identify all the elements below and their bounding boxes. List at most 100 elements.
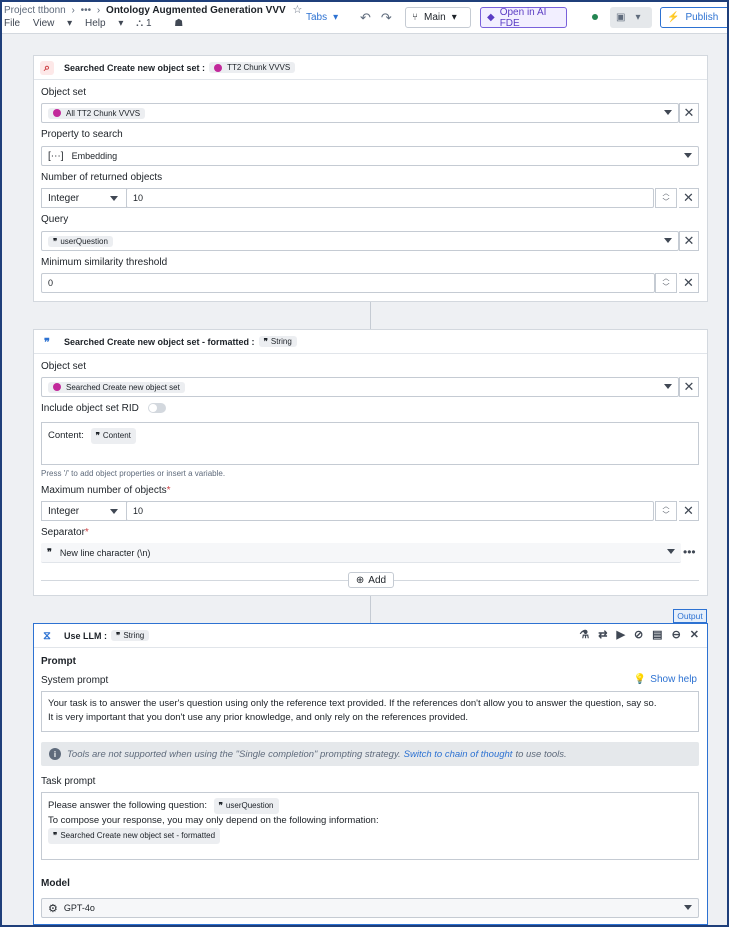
ai-fde-icon: ◆ [487, 12, 495, 23]
connector-line [370, 302, 371, 329]
tabs-button[interactable]: Tabs ▾ [306, 7, 338, 28]
quote-icon: ❞ [44, 336, 50, 349]
clipboard-icon[interactable]: ▤ [652, 628, 662, 641]
publish-button[interactable]: ⚡ Publish [660, 7, 729, 28]
card-header[interactable]: ⌕ Searched Create new object set : TT2 C… [34, 56, 707, 80]
users-icon[interactable]: ☗ [174, 18, 183, 29]
search-icon: ⌕ [40, 61, 54, 75]
publish-label: Publish [685, 12, 719, 23]
clear-icon[interactable]: ✕ [679, 377, 699, 397]
chevron-down-icon [110, 196, 118, 201]
include-rid-toggle[interactable] [147, 403, 166, 414]
clear-icon[interactable]: ✕ [679, 103, 699, 123]
threshold-input[interactable]: 0 [41, 273, 655, 293]
chevron-down-icon: ▾ [451, 12, 457, 23]
threshold-value: 0 [48, 278, 54, 288]
returned-type-select[interactable]: Integer [41, 188, 127, 208]
swap-icon[interactable]: ⇄ [598, 628, 607, 641]
clear-icon[interactable]: ✕ [679, 188, 699, 208]
output-type-tag: ❞ String [258, 336, 297, 347]
object-icon [53, 383, 61, 391]
add-button[interactable]: ⊕ Add [348, 572, 394, 588]
number-stepper[interactable]: ︿ ﹀ [655, 188, 677, 208]
chevron-down-icon[interactable]: ﹀ [663, 511, 670, 520]
returned-type-value: Integer [48, 192, 80, 204]
undo-redo-group: ↶ ↷ [360, 7, 392, 28]
play-icon[interactable]: ▶ [616, 628, 624, 641]
format-object-set-card: ❞ Searched Create new object set - forma… [33, 329, 708, 596]
clear-icon[interactable]: ✕ [679, 273, 699, 293]
quote-icon: ❞ [218, 801, 223, 810]
number-stepper[interactable]: ︿ ﹀ [655, 273, 677, 293]
chain-of-thought-link[interactable]: Switch to chain of thought [404, 749, 513, 760]
model-select[interactable]: ⚙ GPT-4o [41, 898, 699, 918]
save-button[interactable]: ▣ ▾ [610, 7, 652, 28]
separator-value: New line character (\n) [59, 547, 151, 558]
branch-selector[interactable]: ⑂ Main ▾ [405, 7, 471, 28]
chevron-up-icon[interactable]: ︿ [663, 502, 670, 511]
query-value: userQuestion [60, 236, 108, 246]
flask-icon[interactable]: ⚗ [579, 628, 589, 641]
tag-label: userQuestion [225, 801, 274, 810]
returned-input[interactable]: 10 [126, 188, 654, 208]
object-set-select[interactable]: Searched Create new object set [41, 377, 679, 397]
chevron-up-icon[interactable]: ︿ [663, 189, 670, 198]
clear-icon[interactable]: ✕ [679, 231, 699, 251]
clear-icon[interactable]: ✕ [679, 501, 699, 521]
branch-icon: ⑂ [412, 12, 418, 23]
star-icon[interactable]: ☆ [292, 4, 302, 16]
project-link[interactable]: Project ttbonn [4, 5, 66, 16]
number-stepper[interactable]: ︿ ﹀ [655, 501, 677, 521]
branch-label: Main [424, 12, 446, 23]
undo-icon[interactable]: ↶ [360, 10, 371, 26]
search-object-set-card: ⌕ Searched Create new object set : TT2 C… [33, 55, 708, 302]
redo-icon[interactable]: ↷ [381, 10, 392, 26]
system-prompt-input[interactable]: Your task is to answer the user's questi… [41, 691, 699, 732]
chevron-down-icon [110, 509, 118, 514]
max-objects-input[interactable]: 10 [126, 501, 654, 521]
collapse-icon[interactable]: ✕ [690, 628, 699, 641]
object-set-select[interactable]: All TT2 Chunk VVVS [41, 103, 679, 123]
card-header[interactable]: ⧖ Use LLM : ❞ String ⚗ ⇄ ▶ ⊘ ▤ ⊖ ✕ [34, 624, 707, 648]
max-label-text: Maximum number of objects [41, 485, 167, 496]
breadcrumb-ellipsis[interactable]: ••• [81, 5, 92, 16]
chevron-down-icon[interactable]: ﹀ [663, 283, 670, 292]
menu-bar: File View ▾ Help ▾ ⛬ 1 ☗ [4, 18, 193, 29]
chevron-down-icon [664, 238, 672, 243]
sitemap-icon[interactable]: ⛬ 1 [136, 18, 161, 29]
show-help-link[interactable]: 💡 Show help [634, 674, 697, 685]
remove-circle-icon[interactable]: ⊖ [672, 628, 681, 641]
task-prompt-input[interactable]: Please answer the following question: ❞ u… [41, 792, 699, 860]
eye-off-icon[interactable]: ⊘ [634, 628, 643, 641]
card-header[interactable]: ❞ Searched Create new object set - forma… [34, 330, 707, 354]
card-title: Searched Create new object set - formatt… [64, 336, 255, 347]
menu-view-label: View [32, 18, 55, 29]
plus-circle-icon: ⊕ [355, 574, 365, 586]
system-prompt-line: Your task is to answer the user's questi… [48, 698, 657, 709]
chevron-right-icon: › [96, 5, 101, 16]
separator-label: Separator* [41, 527, 89, 538]
property-select[interactable]: [⋯] Embedding [41, 146, 699, 166]
card-title: Searched Create new object set : [64, 62, 206, 73]
tools-info-callout: i Tools are not supported when using the… [41, 742, 699, 766]
max-type-select[interactable]: Integer [41, 501, 127, 521]
output-type-tag: ❞ String [111, 630, 150, 641]
menu-help[interactable]: Help ▾ [85, 18, 123, 29]
menu-file[interactable]: File [4, 18, 20, 29]
save-icon: ▣ [616, 12, 626, 23]
tag-label: String [123, 631, 145, 640]
formatted-set-tag: ❞ Searched Create new object set - format… [48, 828, 221, 844]
open-ai-fde-button[interactable]: ◆ Open in AI FDE [480, 7, 567, 29]
info-text: Tools are not supported when using the "… [67, 748, 401, 760]
content-template-input[interactable]: Content: ❞ Content [41, 422, 699, 465]
menu-view[interactable]: View ▾ [33, 18, 72, 29]
returned-label: Number of returned objects [41, 172, 163, 183]
separator-select[interactable]: ❞ New line character (\n) [41, 543, 681, 563]
chevron-up-icon[interactable]: ︿ [663, 274, 670, 283]
query-select[interactable]: ❞ userQuestion [41, 231, 679, 251]
prompt-title: Prompt [41, 656, 76, 667]
content-tag-label: Content [102, 431, 131, 440]
chevron-down-icon[interactable]: ﹀ [663, 198, 670, 207]
llm-icon: ⧖ [43, 629, 51, 642]
more-icon[interactable]: ••• [683, 545, 696, 559]
